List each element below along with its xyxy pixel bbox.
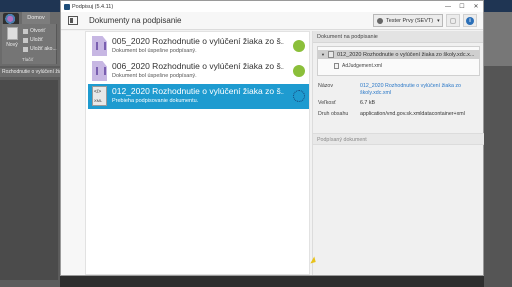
property-row: Druh obsahu application/vnd.gov.sk.xmlda… (318, 111, 481, 118)
document-status: Dokument bol úspešne podpísaný. (112, 48, 197, 54)
host-save-as-label: Uložiť ako... (30, 46, 57, 52)
document-name: 012_2020 Rozhodnutie o vylúčení žiaka zo… (112, 86, 284, 96)
document-properties: Názov 012_2020 Rozhodnutie o vylúčení ži… (318, 83, 481, 121)
host-left-list (0, 80, 58, 280)
user-name: Tester Prvy (SEVT) (386, 17, 434, 24)
host-group-label: Tlačiť (22, 57, 34, 62)
property-value-link[interactable]: 012_2020 Rozhodnutie o vylúčení žiaka zo… (360, 83, 481, 96)
tree-child-item[interactable]: AdJudgement.xml (334, 63, 382, 69)
podpisuj-window: Podpisuj (5.4.11) — ☐ ✕ Dokumenty na pod… (60, 0, 484, 276)
signed-status-icon (293, 65, 305, 77)
info-button[interactable]: i (463, 14, 477, 27)
list-item[interactable]: 006_2020 Rozhodnutie o vylúčení žiaka zo… (88, 59, 309, 84)
code-glyph: </> (94, 89, 102, 95)
file-icon (334, 63, 339, 69)
signed-document-section: Podpísaný dokument (313, 133, 484, 145)
window-title: Podpisuj (5.4.11) (72, 3, 114, 10)
host-new-label: Nový (6, 42, 18, 48)
list-item[interactable]: 005_2020 Rozhodnutie o vylúčení žiaka zo… (88, 34, 309, 59)
open-icon (23, 28, 28, 34)
signed-status-icon (293, 40, 305, 52)
new-document-icon (6, 27, 18, 40)
property-row: Veľkosť 6.7 kB (318, 100, 481, 107)
save-icon (23, 37, 28, 43)
info-icon: i (466, 16, 474, 25)
document-list: 005_2020 Rozhodnutie o vylúčení žiaka zo… (85, 31, 310, 275)
minimize-button[interactable]: — (441, 1, 455, 12)
document-tree: ▼ 012_2020 Rozhodnutie o vylúčení žiaka … (317, 46, 480, 76)
xml-label: XML (94, 98, 103, 103)
chevron-down-icon: ▾ (437, 17, 440, 24)
document-status: Dokument bol úspešne podpísaný. (112, 73, 197, 79)
pdf-file-icon (92, 36, 107, 56)
host-new-button[interactable]: Nový (3, 27, 21, 57)
tree-child-label: AdJudgement.xml (342, 63, 383, 69)
host-save-label: Uložiť (30, 37, 43, 43)
expand-icon[interactable]: ▼ (321, 52, 325, 57)
section-header: Dokument na podpisanie (313, 31, 483, 43)
window-titlebar[interactable]: Podpisuj (5.4.11) — ☐ ✕ (61, 1, 483, 12)
app-logo-icon (64, 3, 70, 10)
loading-spinner-icon (293, 90, 305, 102)
dialog-header: Dokumenty na podpisanie Tester Prvy (SEV… (61, 12, 483, 30)
host-statusbar (60, 276, 484, 287)
property-value: application/vnd.gov.sk.xmldatacontainer+… (360, 110, 465, 117)
document-status: Prebieha podpisovanie dokumentu. (112, 98, 199, 104)
tree-root-item[interactable]: ▼ 012_2020 Rozhodnutie o vylúčení žiaka … (318, 50, 479, 59)
host-ribbon-tab-home[interactable]: Domov (22, 12, 50, 24)
sign-button[interactable] (446, 14, 460, 27)
document-name: 005_2020 Rozhodnutie o vylúčení žiaka zo… (112, 36, 284, 46)
document-detail-pane: Dokument na podpisanie ▼ 012_2020 Rozhod… (312, 31, 484, 275)
property-key: Druh obsahu (318, 110, 349, 117)
property-row: Názov 012_2020 Rozhodnutie o vylúčení ži… (318, 83, 481, 96)
close-button[interactable]: ✕ (469, 1, 483, 12)
user-selector-button[interactable]: Tester Prvy (SEVT) ▾ (373, 14, 443, 27)
documents-panel-icon[interactable] (68, 16, 78, 25)
tree-root-label: 012_2020 Rozhodnutie o vylúčení žiaka zo… (336, 51, 475, 58)
host-save-command[interactable]: Uložiť (23, 37, 43, 43)
left-rail (61, 31, 85, 275)
sign-icon (450, 17, 456, 24)
host-open-label: Otvoriť (30, 28, 46, 34)
pdf-file-icon (92, 61, 107, 81)
list-item-selected[interactable]: </> XML 012_2020 Rozhodnutie o vylúčení … (88, 84, 309, 109)
host-save-as-command[interactable]: Uložiť ako... (23, 46, 57, 52)
property-key: Veľkosť (318, 100, 336, 106)
xml-file-icon: </> XML (92, 86, 107, 106)
host-open-command[interactable]: Otvoriť (23, 28, 45, 34)
user-icon (377, 17, 383, 24)
host-right-strip (484, 66, 512, 287)
host-document-tab[interactable]: Rozhodnutie o vylúčení žiaka (0, 68, 60, 77)
document-name: 006_2020 Rozhodnutie o vylúčení žiaka zo… (112, 61, 284, 71)
save-as-icon (23, 46, 28, 52)
property-value: 6.7 kB (360, 100, 376, 106)
page-title: Dokumenty na podpisanie (89, 16, 182, 25)
xml-file-icon (327, 51, 334, 58)
property-key: Názov (318, 83, 334, 89)
maximize-button[interactable]: ☐ (455, 1, 469, 12)
